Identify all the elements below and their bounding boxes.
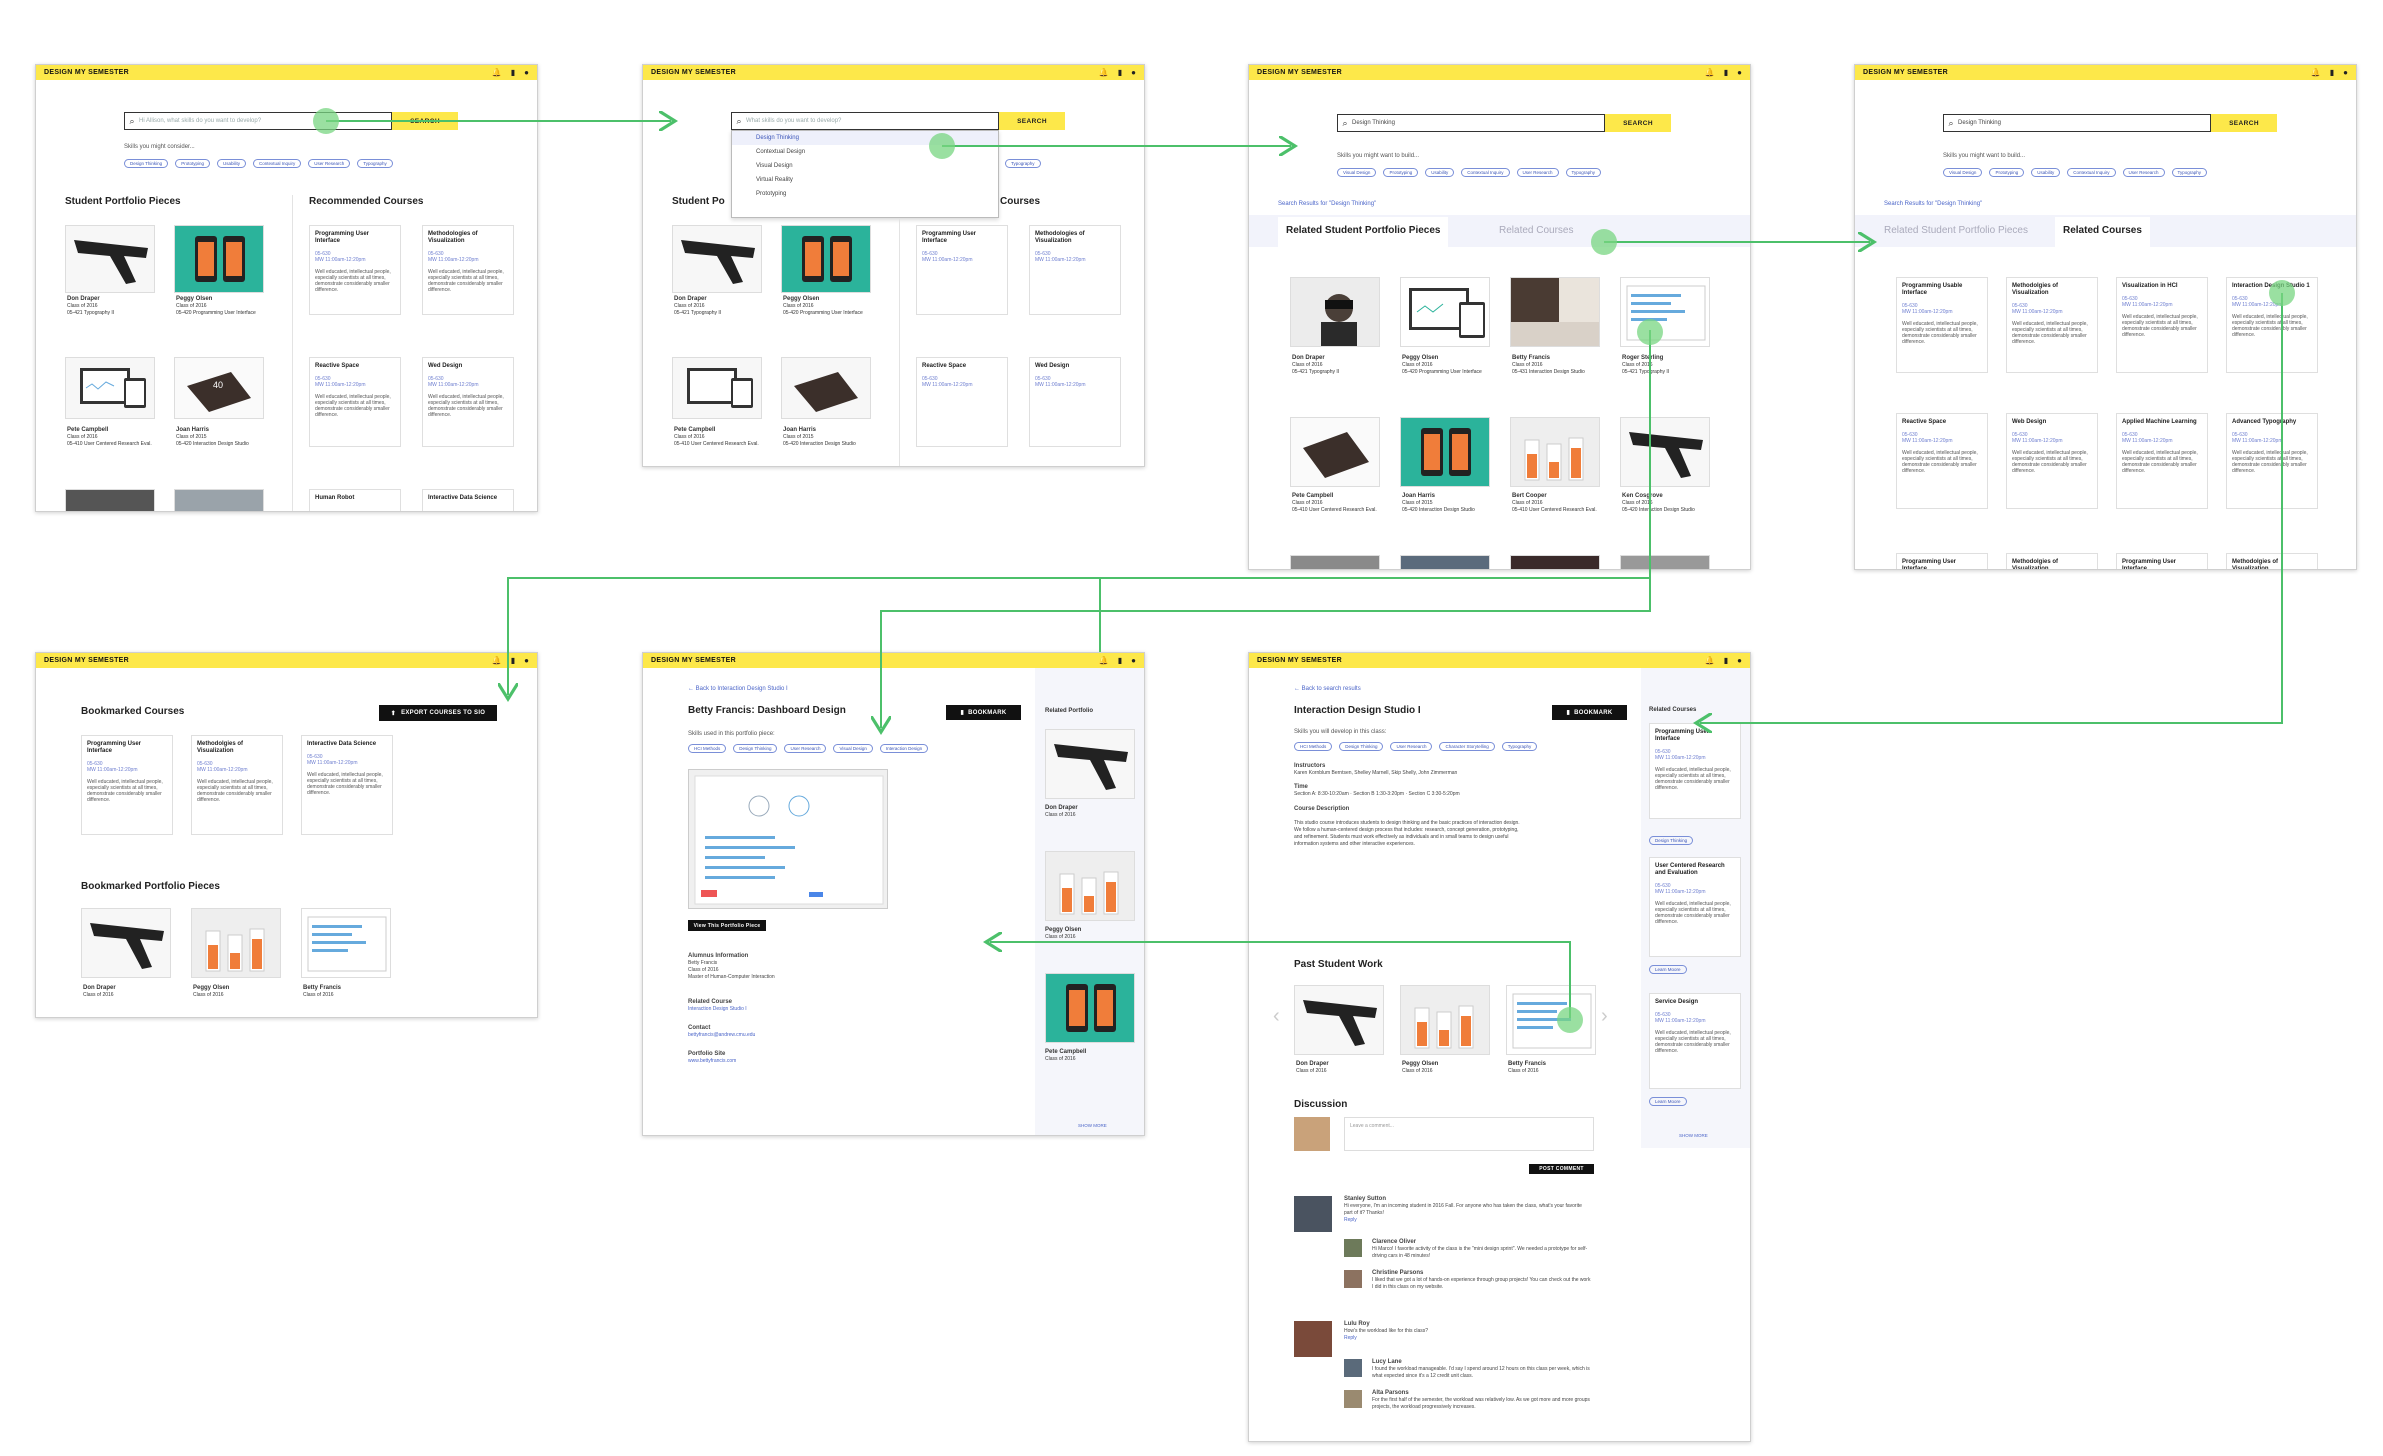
tap-indicator — [1637, 319, 1663, 345]
tap-indicator — [1557, 1007, 1583, 1033]
flow-arrow — [881, 578, 1651, 728]
tap-indicator — [313, 108, 339, 134]
flow-arrow — [990, 942, 1571, 1018]
flow-arrow — [508, 330, 1651, 695]
flow-arrow — [1700, 293, 2283, 723]
tap-indicator — [2269, 280, 2295, 306]
flow-arrows — [326, 0, 2283, 1018]
tap-indicator — [1591, 229, 1617, 255]
tap-indicator — [929, 133, 955, 159]
